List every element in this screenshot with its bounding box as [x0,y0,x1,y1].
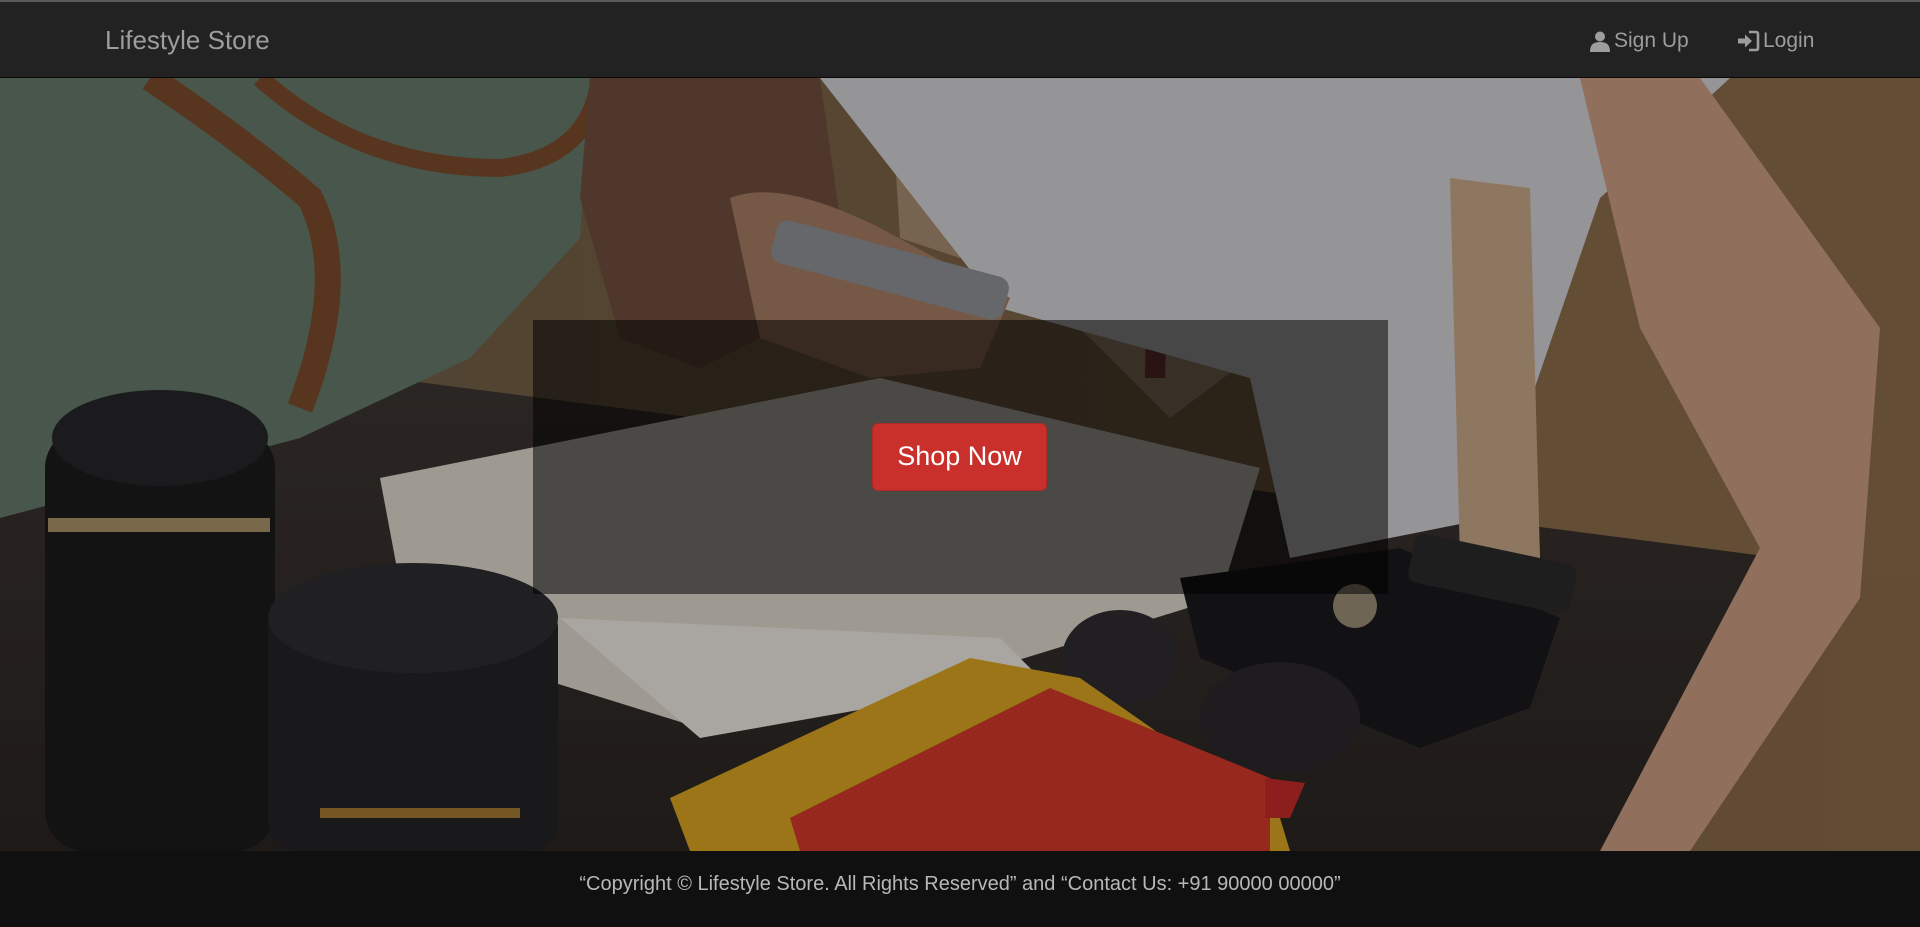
sign-up-link[interactable]: Sign Up [1589,26,1689,56]
navbar: Lifestyle Store Sign Up Login [0,0,1920,78]
sign-up-label: Sign Up [1614,29,1689,52]
user-icon [1589,30,1611,52]
footer-copyright-text: “Copyright © Lifestyle Store. All Rights… [579,873,1341,895]
login-link[interactable]: Login [1736,26,1814,56]
brand-link[interactable]: Lifestyle Store [105,24,270,56]
shop-now-button[interactable]: Shop Now [872,423,1047,491]
footer: “Copyright © Lifestyle Store. All Rights… [0,851,1920,927]
login-icon [1736,30,1760,52]
login-label: Login [1763,29,1815,52]
